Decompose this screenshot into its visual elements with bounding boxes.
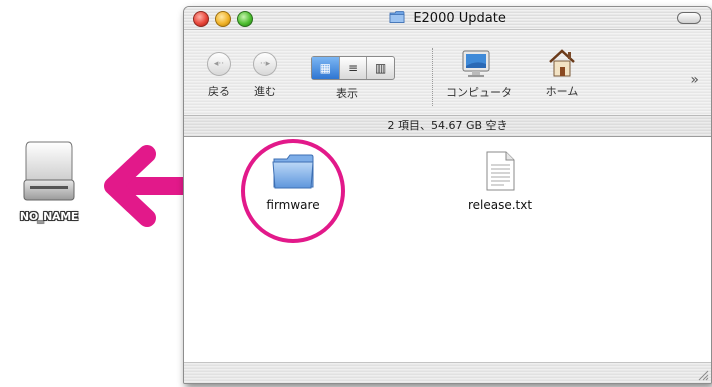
double-chevron-icon: » xyxy=(690,72,699,88)
forward-arrow-icon: ··▸ xyxy=(253,52,277,76)
icon-view-button[interactable]: ▦ xyxy=(312,57,340,79)
status-bar: 2 項目、54.67 GB 空き xyxy=(184,115,711,137)
window-title: E2000 Update xyxy=(184,10,711,26)
finder-window: E2000 Update ◂·· 戻る ··▸ 進む ▦ ≡ ▥ 表示 コンピュ… xyxy=(183,6,712,384)
toolbar-toggle-button[interactable] xyxy=(677,12,701,24)
text-document-icon xyxy=(486,151,515,191)
back-label: 戻る xyxy=(208,85,230,98)
folder-icon xyxy=(272,154,314,189)
home-label: ホーム xyxy=(545,85,579,98)
file-item-firmware[interactable]: firmware xyxy=(253,151,333,212)
toolbar: ◂·· 戻る ··▸ 進む ▦ ≡ ▥ 表示 コンピュータ ホーム » xyxy=(184,30,711,115)
file-name: release.txt xyxy=(467,198,533,212)
toolbar-separator xyxy=(432,48,434,106)
computer-label: コンピュータ xyxy=(446,86,512,99)
bottom-bar xyxy=(184,362,711,383)
file-item-release-txt[interactable]: release.txt xyxy=(455,151,545,212)
computer-button[interactable]: コンピュータ xyxy=(446,50,512,100)
back-arrow-icon: ◂·· xyxy=(207,52,231,76)
removable-drive-icon xyxy=(23,141,75,201)
forward-button[interactable]: ··▸ 進む xyxy=(250,52,280,99)
list-icon: ≡ xyxy=(347,61,359,75)
computer-icon xyxy=(462,50,490,77)
list-view-button[interactable]: ≡ xyxy=(340,57,368,79)
columns-icon: ▥ xyxy=(375,61,387,75)
title-bar[interactable]: E2000 Update xyxy=(184,7,711,30)
home-icon xyxy=(549,49,575,77)
toolbar-overflow-button[interactable]: » xyxy=(690,72,699,88)
file-name: firmware xyxy=(266,198,320,212)
column-view-button[interactable]: ▥ xyxy=(367,57,394,79)
view-label: 表示 xyxy=(336,87,358,100)
drive-label: NO_NAME xyxy=(19,210,79,223)
icon-grid-icon: ▦ xyxy=(319,61,331,75)
forward-label: 進む xyxy=(254,85,276,98)
status-text: 2 項目、54.67 GB 空き xyxy=(387,119,508,132)
resize-grip-icon[interactable] xyxy=(695,367,709,381)
home-button[interactable]: ホーム xyxy=(542,48,582,99)
window-title-text: E2000 Update xyxy=(413,11,506,26)
view-switcher[interactable]: ▦ ≡ ▥ xyxy=(311,56,395,80)
back-button[interactable]: ◂·· 戻る xyxy=(204,52,234,99)
desktop-drive[interactable]: NO_NAME xyxy=(6,128,92,228)
folder-icon xyxy=(389,11,405,23)
file-area: firmware release.txt xyxy=(184,137,711,361)
